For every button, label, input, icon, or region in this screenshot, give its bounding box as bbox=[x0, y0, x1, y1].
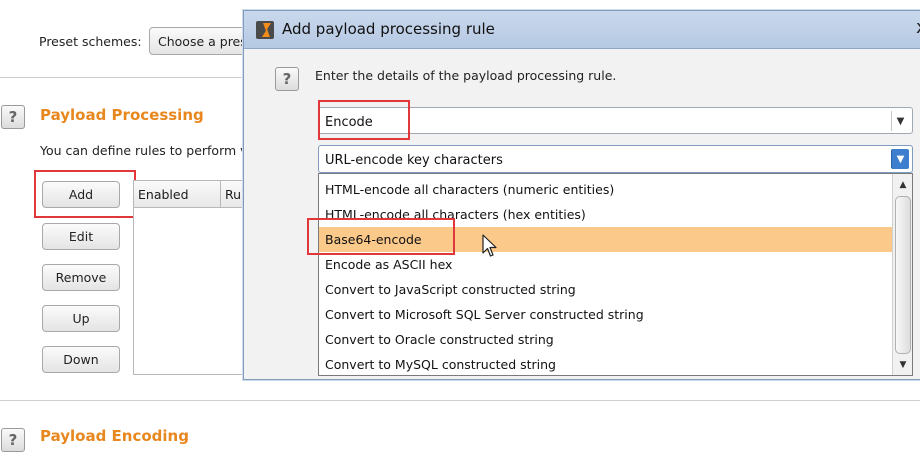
payload-processing-title: Payload Processing bbox=[40, 106, 204, 124]
payload-processing-description: You can define rules to perform v bbox=[40, 143, 248, 158]
option-mssql[interactable]: Convert to Microsoft SQL Server construc… bbox=[319, 302, 893, 327]
payload-encoding-title: Payload Encoding bbox=[40, 427, 189, 445]
scroll-up-icon[interactable]: ▲ bbox=[895, 177, 911, 193]
processing-rules-table[interactable]: Enabled Ru bbox=[133, 180, 253, 375]
divider bbox=[0, 400, 920, 401]
column-enabled[interactable]: Enabled bbox=[138, 187, 189, 202]
dropdown-scrollbar[interactable]: ▲ ▼ bbox=[892, 174, 912, 375]
scroll-down-icon[interactable]: ▼ bbox=[895, 357, 911, 373]
dialog-titlebar[interactable]: Add payload processing rule x bbox=[244, 11, 920, 49]
chevron-down-icon[interactable]: ▼ bbox=[891, 111, 909, 131]
rule-type-annotation bbox=[318, 100, 410, 140]
option-javascript[interactable]: Convert to JavaScript constructed string bbox=[319, 277, 893, 302]
base64-annotation bbox=[307, 218, 455, 255]
up-button[interactable]: Up bbox=[42, 305, 120, 332]
burp-app-icon bbox=[256, 21, 274, 39]
option-oracle[interactable]: Convert to Oracle constructed string bbox=[319, 327, 893, 352]
edit-button[interactable]: Edit bbox=[42, 223, 120, 250]
encoding-select[interactable]: URL-encode key characters ▼ bbox=[318, 145, 913, 173]
preset-schemes-label: Preset schemes: bbox=[39, 34, 142, 49]
option-ascii-hex[interactable]: Encode as ASCII hex bbox=[319, 252, 893, 277]
add-payload-processing-rule-dialog: Add payload processing rule x ? Enter th… bbox=[243, 10, 920, 380]
down-button[interactable]: Down bbox=[42, 346, 120, 373]
dialog-description: Enter the details of the payload process… bbox=[315, 68, 617, 83]
help-icon[interactable]: ? bbox=[275, 67, 299, 91]
close-icon[interactable]: x bbox=[916, 17, 920, 38]
scroll-thumb[interactable] bbox=[895, 196, 911, 354]
dialog-title: Add payload processing rule bbox=[282, 20, 495, 38]
add-button-annotation bbox=[34, 170, 136, 218]
chevron-down-icon[interactable]: ▼ bbox=[891, 149, 909, 169]
column-rule[interactable]: Ru bbox=[220, 181, 241, 208]
table-header: Enabled Ru bbox=[134, 181, 252, 208]
option-html-numeric[interactable]: HTML-encode all characters (numeric enti… bbox=[319, 177, 893, 202]
help-icon[interactable]: ? bbox=[1, 105, 25, 129]
remove-button[interactable]: Remove bbox=[42, 264, 120, 291]
mouse-cursor-icon bbox=[482, 234, 497, 257]
help-icon[interactable]: ? bbox=[1, 428, 25, 452]
encoding-value: URL-encode key characters bbox=[325, 153, 503, 168]
encoding-options-list[interactable]: HTML-encode all characters (numeric enti… bbox=[318, 173, 913, 376]
option-mysql[interactable]: Convert to MySQL constructed string bbox=[319, 352, 893, 377]
